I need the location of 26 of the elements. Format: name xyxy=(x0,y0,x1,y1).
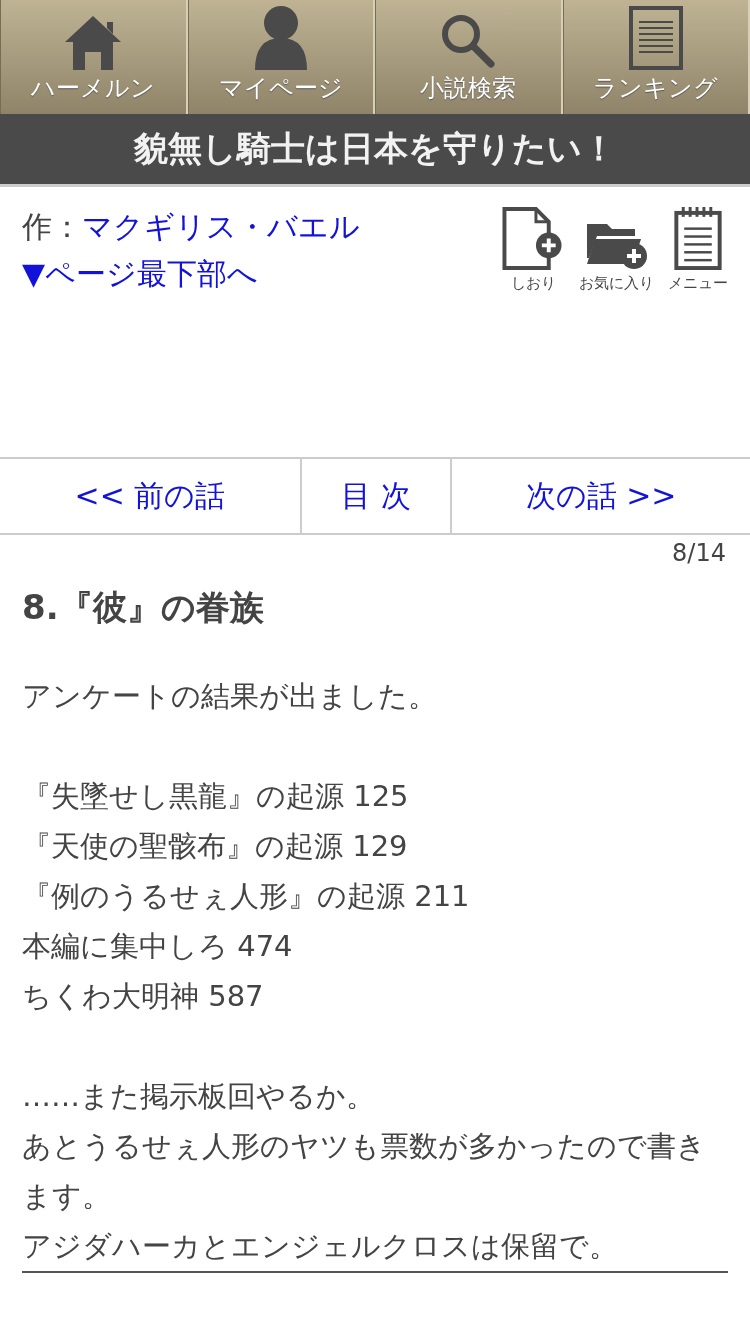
document-icon xyxy=(628,6,683,70)
text-line: ……また掲示板回やるか。 xyxy=(22,1078,376,1115)
text-line: 本編に集中しろ 474 xyxy=(22,928,294,965)
action-button[interactable]: お気に入り xyxy=(579,207,654,293)
author-label: 作： xyxy=(22,208,82,246)
chapter-title: 8.『彼』の眷族 xyxy=(22,586,265,629)
page-count: 8/14 xyxy=(671,538,727,567)
text-line: あとうるせぇ人形のヤツも票数が多かったので書きます。 xyxy=(22,1128,707,1215)
next-link[interactable]: 次の話 >> xyxy=(450,459,750,533)
toc-link[interactable]: 目 次 xyxy=(300,459,450,533)
page-plus-icon xyxy=(501,207,565,270)
text-line: 『天使の聖骸布』の起源 129 xyxy=(22,828,409,865)
page-bottom-link[interactable]: ▼ページ最下部へ xyxy=(22,256,259,291)
action-button[interactable]: しおり xyxy=(501,207,565,293)
text-line: アンケートの結果が出ました。 xyxy=(22,678,438,715)
prev-link[interactable]: << 前の話 xyxy=(0,459,300,533)
author-link[interactable]: マクギリス・バエル xyxy=(82,207,360,248)
action-button[interactable]: メニュー xyxy=(668,207,728,293)
novel-title: 貌無し騎士は日本を守りたい！ xyxy=(0,114,750,187)
text-line: 『失墜せし黒龍』の起源 125 xyxy=(22,778,410,815)
person-icon xyxy=(252,6,309,70)
notepad-icon xyxy=(673,207,723,270)
text-line: 『例のうるせぇ人形』の起源 211 xyxy=(22,878,471,915)
text-line: アジダハーカとエンジェルクロスは保留で。 xyxy=(22,1228,619,1265)
search-icon xyxy=(439,12,498,70)
text-line: ちくわ大明神 587 xyxy=(22,978,265,1015)
